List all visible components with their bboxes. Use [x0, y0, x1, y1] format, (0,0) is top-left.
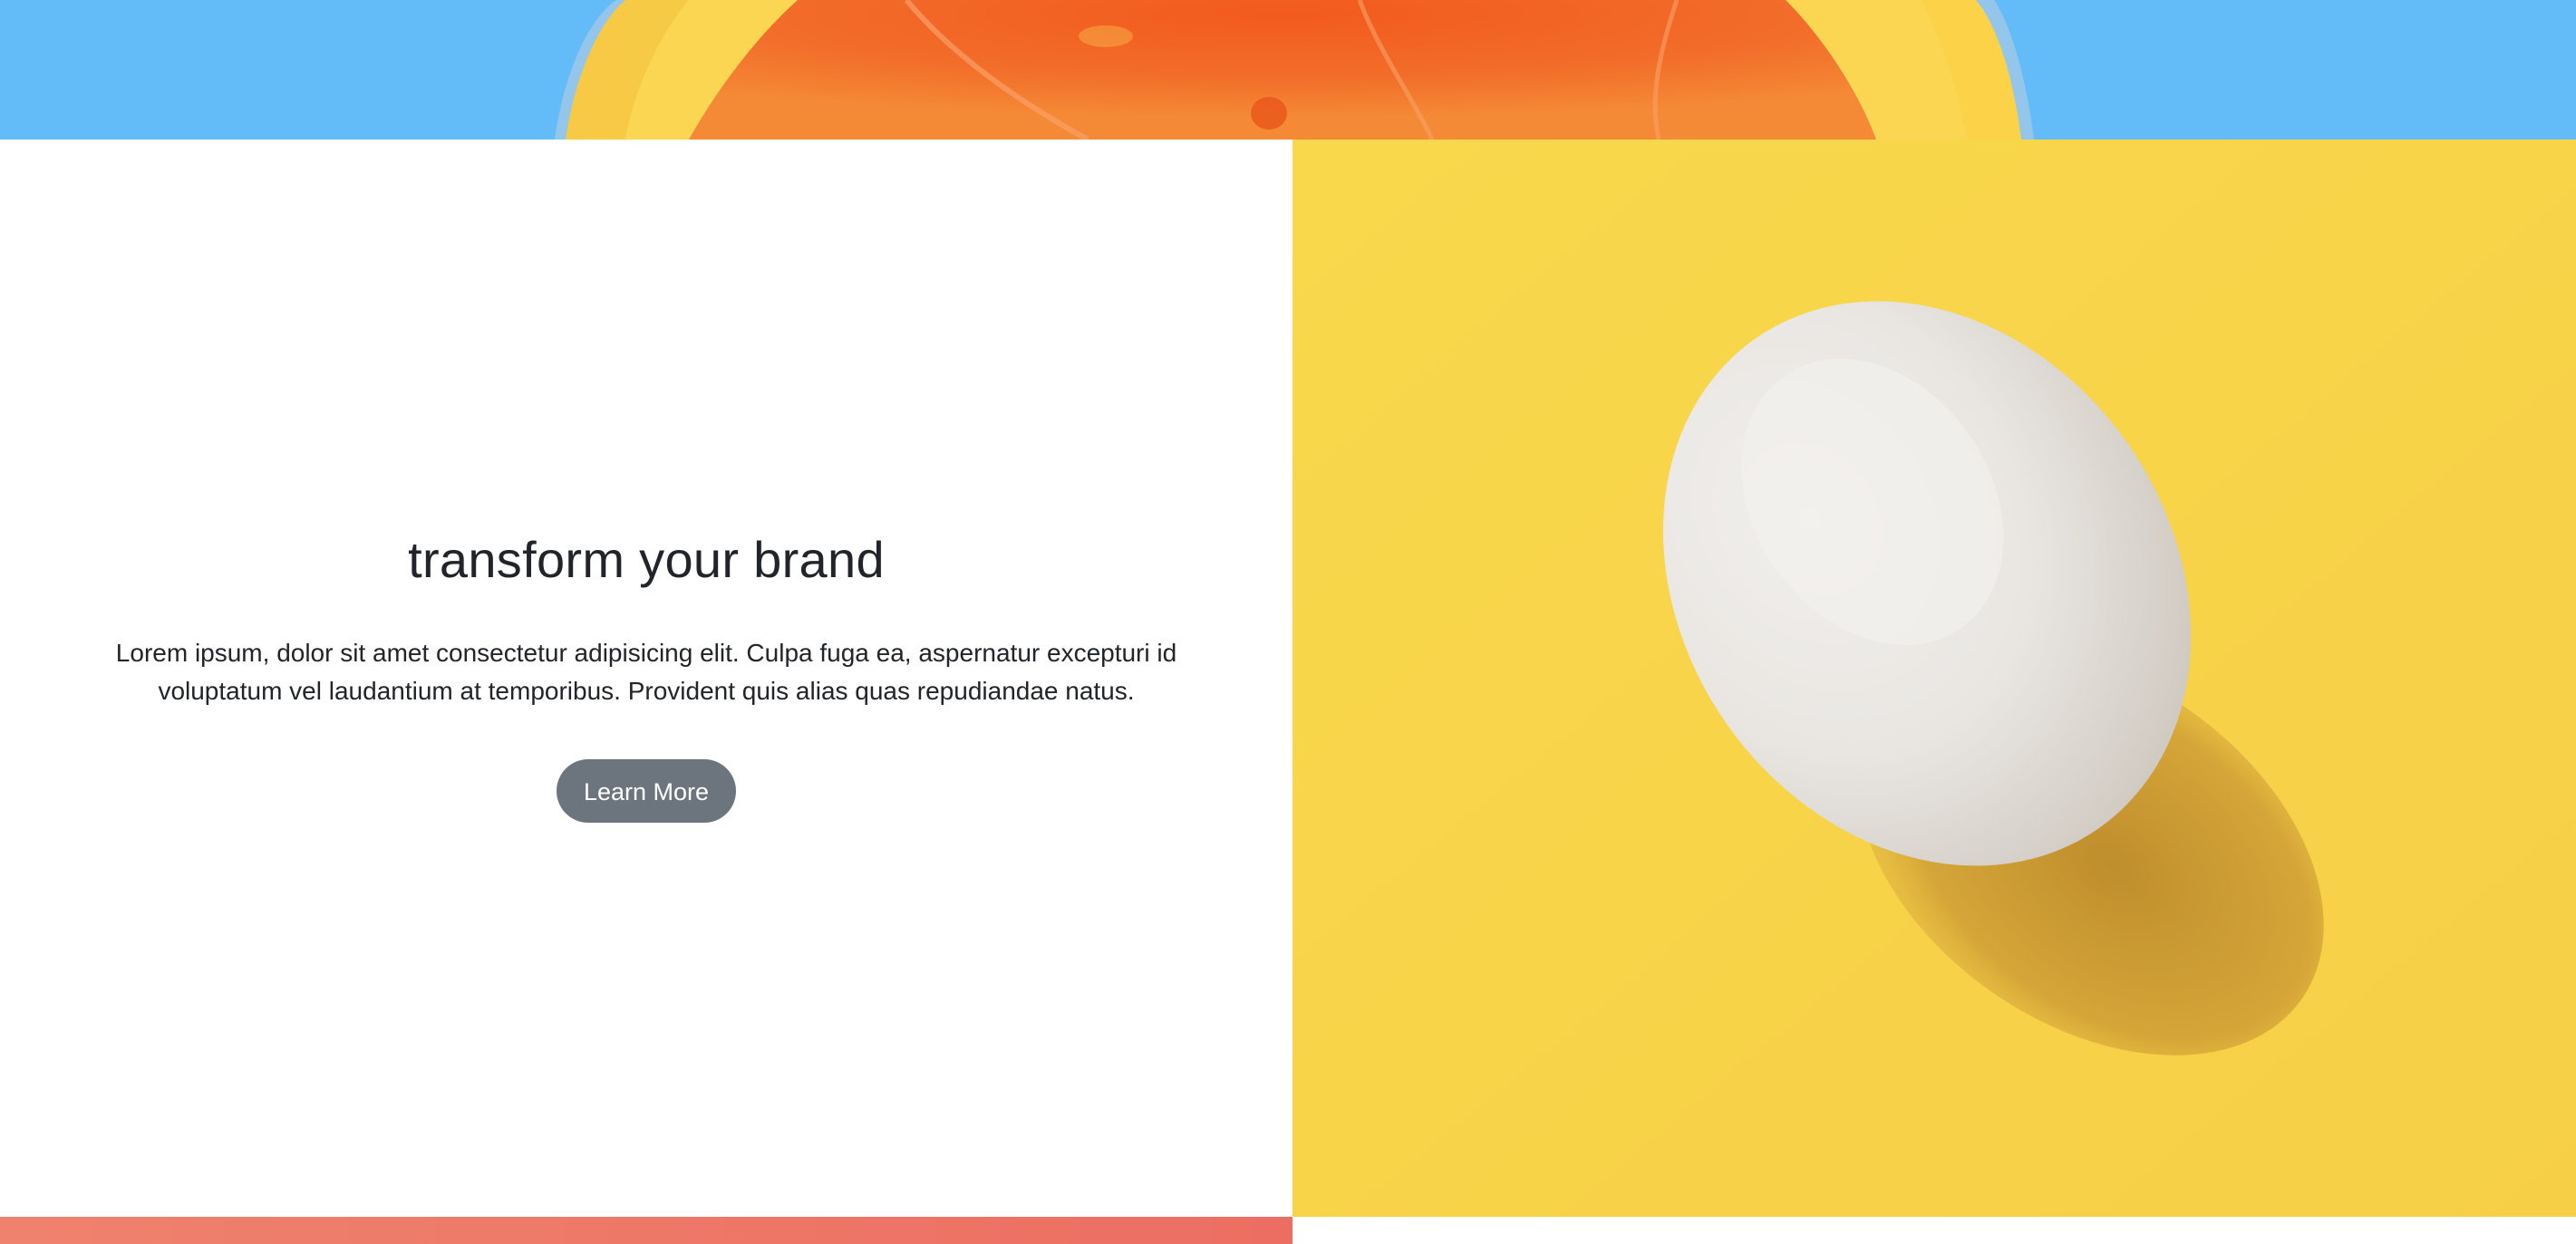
- hero-description: Lorem ipsum, dolor sit amet consectetur …: [115, 639, 1177, 705]
- white-section-edge: [1293, 1217, 2576, 1244]
- egg-illustration: [1293, 140, 2576, 1217]
- coral-section-edge: [0, 1217, 1293, 1244]
- hero-text-section: transform your brand Lorem ipsum, dolor …: [0, 140, 1293, 1217]
- page: transform your brand Lorem ipsum, dolor …: [0, 0, 2576, 1244]
- button-wrapper: Learn More: [0, 759, 1293, 823]
- orange-slice-banner-image: [0, 0, 2576, 140]
- learn-more-button[interactable]: Learn More: [557, 759, 736, 823]
- orange-slice-illustration: [555, 0, 2034, 140]
- egg-photo-panel: [1293, 140, 2576, 1217]
- hero-headline: transform your brand: [408, 531, 885, 588]
